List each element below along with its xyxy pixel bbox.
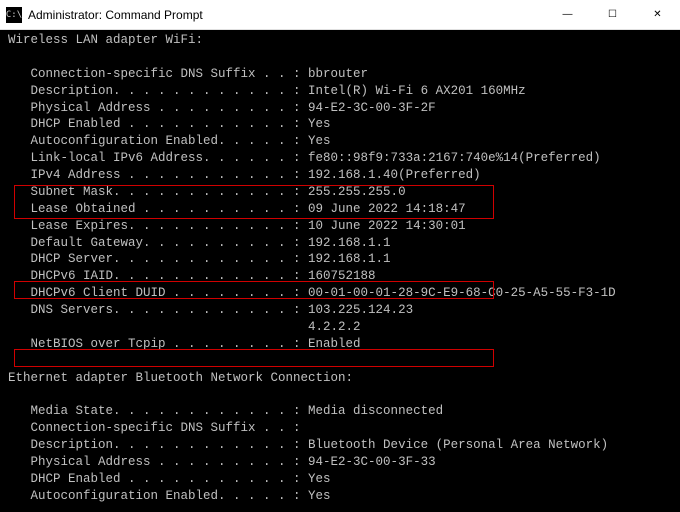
- output-row: DHCPv6 IAID. . . . . . . . . . . . : 160…: [8, 268, 672, 285]
- output-row: NetBIOS over Tcpip . . . . . . . . : Ena…: [8, 336, 672, 353]
- terminal-output[interactable]: Wireless LAN adapter WiFi: Connection-sp…: [0, 30, 680, 512]
- output-row: Description. . . . . . . . . . . . : Blu…: [8, 437, 672, 454]
- output-row: Media State. . . . . . . . . . . . : Med…: [8, 403, 672, 420]
- output-row: Autoconfiguration Enabled. . . . . : Yes: [8, 488, 672, 505]
- output-row: DHCP Enabled . . . . . . . . . . . : Yes: [8, 471, 672, 488]
- window-controls: — ☐ ✕: [545, 0, 680, 30]
- minimize-button[interactable]: —: [545, 0, 590, 30]
- output-row: DHCP Server. . . . . . . . . . . . : 192…: [8, 251, 672, 268]
- output-row: Connection-specific DNS Suffix . . : bbr…: [8, 66, 672, 83]
- maximize-button[interactable]: ☐: [590, 0, 635, 30]
- output-row: IPv4 Address . . . . . . . . . . . : 192…: [8, 167, 672, 184]
- blank-line: [8, 49, 672, 66]
- output-row: Lease Expires. . . . . . . . . . . : 10 …: [8, 218, 672, 235]
- close-button[interactable]: ✕: [635, 0, 680, 30]
- blank-line: [8, 386, 672, 403]
- output-row: Subnet Mask. . . . . . . . . . . . : 255…: [8, 184, 672, 201]
- output-row: Physical Address . . . . . . . . . : 94-…: [8, 454, 672, 471]
- output-row: Connection-specific DNS Suffix . . :: [8, 420, 672, 437]
- section-header: Wireless LAN adapter WiFi:: [8, 32, 672, 49]
- output-row: Physical Address . . . . . . . . . : 94-…: [8, 100, 672, 117]
- blank-line: [8, 353, 672, 370]
- output-row: Link-local IPv6 Address. . . . . . : fe8…: [8, 150, 672, 167]
- window-title: Administrator: Command Prompt: [28, 8, 545, 22]
- cmd-icon: C:\: [6, 7, 22, 23]
- output-row: DHCPv6 Client DUID . . . . . . . . : 00-…: [8, 285, 672, 302]
- output-row: Default Gateway. . . . . . . . . . : 192…: [8, 235, 672, 252]
- output-row: Description. . . . . . . . . . . . : Int…: [8, 83, 672, 100]
- titlebar: C:\ Administrator: Command Prompt — ☐ ✕: [0, 0, 680, 30]
- output-row: DNS Servers. . . . . . . . . . . . : 103…: [8, 302, 672, 319]
- output-row: Autoconfiguration Enabled. . . . . : Yes: [8, 133, 672, 150]
- output-row: Lease Obtained . . . . . . . . . . : 09 …: [8, 201, 672, 218]
- section-header: Ethernet adapter Bluetooth Network Conne…: [8, 370, 672, 387]
- output-row: 4.2.2.2: [8, 319, 672, 336]
- output-row: DHCP Enabled . . . . . . . . . . . : Yes: [8, 116, 672, 133]
- blank-line: [8, 505, 672, 512]
